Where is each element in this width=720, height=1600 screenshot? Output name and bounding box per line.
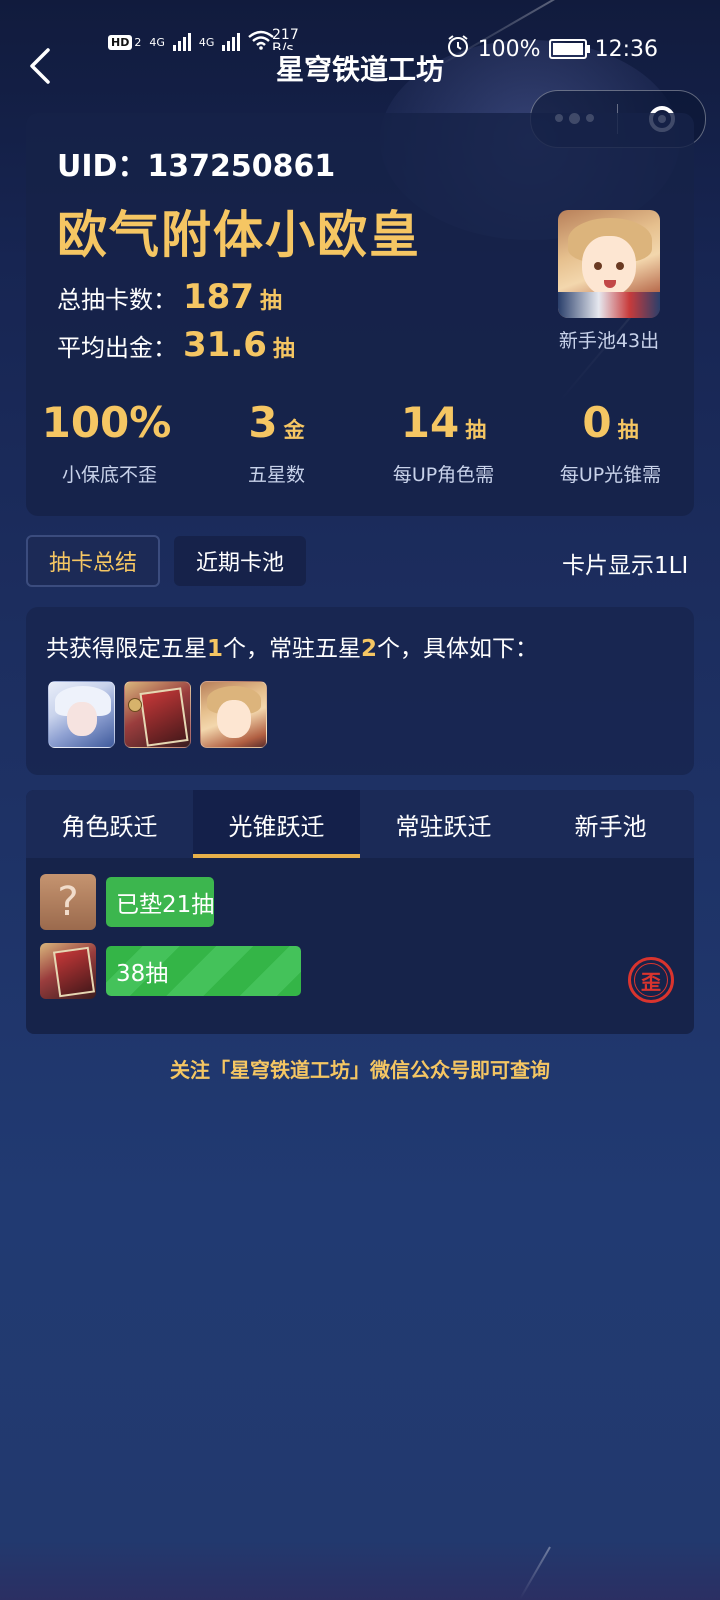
path-badge-icon <box>128 698 142 712</box>
character-avatar <box>558 210 660 318</box>
obtained-summary: 共获得限定五星1个，常驻五星2个，具体如下： <box>46 636 539 662</box>
obtained-card: 共获得限定五星1个，常驻五星2个，具体如下： <box>26 607 694 775</box>
lightcone-icon <box>40 943 96 999</box>
tab-recent-banners[interactable]: 近期卡池 <box>174 536 306 586</box>
stat-unit: 抽 <box>465 418 487 442</box>
average-pity-row: 平均出金： 31.6 抽 <box>57 325 295 365</box>
tab-standard-warp[interactable]: 常驻跃迁 <box>360 790 527 858</box>
total-pulls-row: 总抽卡数： 187 抽 <box>57 277 282 317</box>
total-pulls-label: 总抽卡数： <box>57 286 177 314</box>
summary-card: UID：137250861 欧气附体小欧皇 总抽卡数： 187 抽 平均出金： … <box>26 113 694 516</box>
network-speed: 217 B/s <box>272 27 299 50</box>
stat-five-star-count: 3金 五星数 <box>193 395 360 487</box>
pity-progress-label: 已垫21抽 <box>116 892 215 918</box>
average-pity-unit: 抽 <box>272 337 295 362</box>
stat-guarantee-rate: 100% 小保底不歪 <box>26 395 193 487</box>
pull-count-label: 38抽 <box>116 961 169 987</box>
tab-lightcone-warp[interactable]: 光锥跃迁 <box>193 790 360 858</box>
standard-count: 2 <box>361 636 378 662</box>
hd-sub-label: 2 <box>134 35 142 49</box>
lightcone-thumbnail[interactable] <box>124 681 191 748</box>
stat-unit: 抽 <box>617 418 639 442</box>
stat-label: 小保底不歪 <box>61 464 157 486</box>
avatar-caption: 新手池43出 <box>558 330 660 352</box>
tab-pull-summary[interactable]: 抽卡总结 <box>26 535 160 587</box>
card-display-toggle[interactable]: 卡片显示1LI <box>562 546 692 580</box>
obtained-items <box>48 681 267 748</box>
tab-beginner-warp[interactable]: 新手池 <box>527 790 694 858</box>
warp-row: 38抽 <box>40 943 301 999</box>
uid-label: UID：137250861 <box>57 149 336 184</box>
stat-label: 每UP光锥需 <box>559 464 662 486</box>
stat-value: 14 <box>400 398 460 447</box>
character-thumbnail[interactable] <box>200 681 267 748</box>
warp-row: ? 已垫21抽 <box>40 874 214 930</box>
rank-title: 欧气附体小欧皇 <box>57 206 421 264</box>
stat-up-character-cost: 14 抽 每UP角色需 <box>360 395 527 487</box>
stat-value: 100% <box>41 398 172 447</box>
page-title: 星穹铁道工坊 <box>275 53 444 86</box>
warp-tabs: 角色跃迁 光锥跃迁 常驻跃迁 新手池 <box>26 790 694 858</box>
network-type-2: 4G <box>198 35 215 49</box>
warp-history-card: 角色跃迁 光锥跃迁 常驻跃迁 新手池 ? 已垫21抽 38抽 歪 <box>26 790 694 1034</box>
lost-fifty-fifty-badge: 歪 <box>628 957 674 1003</box>
stat-label: 五星数 <box>247 464 305 486</box>
stat-up-lightcone-cost: 0抽 每UP光锥需 <box>527 395 694 487</box>
tab-character-warp[interactable]: 角色跃迁 <box>26 790 193 858</box>
average-pity-label: 平均出金： <box>57 334 177 362</box>
pull-count-bar: 38抽 <box>106 946 301 996</box>
background-streak <box>519 1546 551 1600</box>
limited-count: 1 <box>207 636 224 662</box>
stats-row: 100% 小保底不歪 3金 五星数 14 抽 每UP角色需 0抽 每UP光锥需 <box>26 395 694 487</box>
total-pulls-value: 187 <box>183 277 254 317</box>
average-pity-value: 31.6 <box>183 325 267 365</box>
character-thumbnail[interactable] <box>48 681 115 748</box>
stat-unit: 金 <box>283 418 305 442</box>
network-type-1: 4G <box>149 35 165 49</box>
stat-value: 3 <box>248 398 278 447</box>
total-pulls-unit: 抽 <box>259 289 282 314</box>
stat-value: 0 <box>582 398 612 447</box>
unknown-item-icon: ? <box>40 874 96 930</box>
stat-label: 每UP角色需 <box>392 464 495 486</box>
follow-notice: 关注「星穹铁道工坊」微信公众号即可查询 <box>170 1058 550 1082</box>
pity-progress-bar: 已垫21抽 <box>106 877 214 927</box>
